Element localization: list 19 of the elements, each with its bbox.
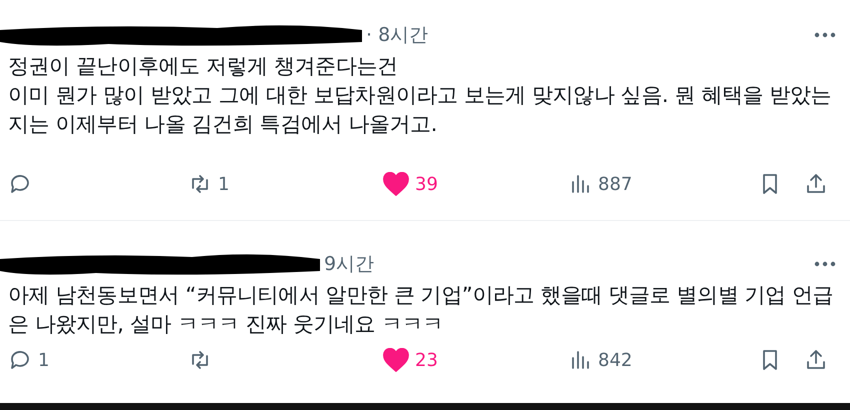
more-icon[interactable]: [814, 32, 836, 38]
repost-count: 1: [218, 174, 230, 194]
heart-icon[interactable]: [383, 172, 409, 196]
post-text: 이미 뭔가 많이 받았고 그에 대한 보답차원이라고 보는게 맞지않나 싶음. 뭔 혜택을 받았는지는 이제부터 나올 김건희 특검에서 나올거고.: [8, 82, 832, 138]
post-text: 아제 남천동보면서 “커뮤니티에서 알만한 큰 기업”이라고 했을때 댓글로 별의별 기업 언급은 나왔지만, 설마 ㅋㅋㅋ 진짜 웃기네요 ㅋㅋㅋ: [8, 282, 834, 338]
views-count: 842: [598, 350, 632, 370]
post-text: 정권이 끝난이후에도 저렇게 챙겨준다는건: [8, 53, 399, 80]
share-icon[interactable]: [804, 348, 828, 372]
reply-icon[interactable]: [8, 172, 32, 196]
more-icon[interactable]: [814, 261, 836, 267]
post-time: · 8시간: [366, 23, 428, 48]
post-time: 9시간: [324, 252, 374, 277]
reply-icon[interactable]: [8, 348, 32, 372]
heart-icon[interactable]: [383, 348, 409, 372]
views-count: 887: [598, 174, 632, 194]
share-icon[interactable]: [804, 172, 828, 196]
reply-count: 1: [38, 350, 50, 370]
like-count: 23: [415, 350, 438, 370]
like-count: 39: [415, 174, 438, 194]
